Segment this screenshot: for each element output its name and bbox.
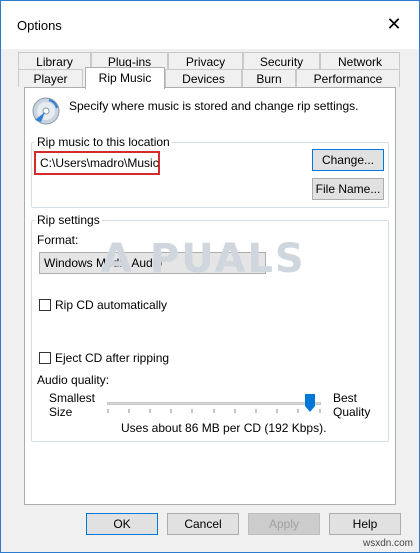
tab-rip-music[interactable]: Rip Music <box>85 67 165 89</box>
tab-security[interactable]: Security <box>243 52 320 70</box>
rip-cd-automatically-label: Rip CD automatically <box>55 298 168 312</box>
format-value: Windows Media Audio <box>44 256 163 270</box>
quality-label: Quality <box>333 405 371 419</box>
cancel-button[interactable]: Cancel <box>167 513 239 535</box>
tab-privacy[interactable]: Privacy <box>168 52 243 70</box>
cd-icon <box>32 97 60 125</box>
eject-cd-checkbox[interactable] <box>39 352 51 364</box>
rip-cd-automatically-checkbox[interactable] <box>39 299 51 311</box>
size-label: Size <box>49 405 73 419</box>
usage-text: Uses about 86 MB per CD (192 Kbps). <box>121 421 327 435</box>
ok-button[interactable]: OK <box>86 513 158 535</box>
slider-thumb[interactable] <box>305 394 316 412</box>
format-label: Format: <box>37 233 79 247</box>
help-button[interactable]: Help <box>329 513 401 535</box>
title-bar: Options ✕ <box>1 1 419 49</box>
file-name-button[interactable]: File Name... <box>312 178 384 200</box>
intro-text: Specify where music is stored and change… <box>69 99 359 113</box>
audio-quality-slider[interactable] <box>107 402 321 405</box>
rip-settings-legend: Rip settings <box>35 213 102 227</box>
site-watermark: wsxdn.com <box>362 538 413 549</box>
chevron-down-icon: ⌄ <box>248 256 259 270</box>
slider-ticks <box>107 409 321 413</box>
best-label: Best <box>333 391 358 405</box>
close-icon[interactable]: ✕ <box>383 13 405 35</box>
window-title: Options <box>17 18 62 33</box>
rip-location-legend: Rip music to this location <box>35 135 172 149</box>
options-window: Options ✕ Library Plug-ins Privacy Secur… <box>0 0 420 553</box>
rip-location-path: C:\Users\madro\Music <box>40 156 159 170</box>
format-select[interactable]: Windows Media Audio ⌄ <box>39 252 266 274</box>
eject-cd-label: Eject CD after ripping <box>55 351 170 365</box>
audio-quality-label: Audio quality: <box>37 373 110 387</box>
tab-devices[interactable]: Devices <box>165 69 242 87</box>
change-button[interactable]: Change... <box>312 149 384 171</box>
tab-network[interactable]: Network <box>320 52 400 70</box>
apply-button[interactable]: Apply <box>248 513 320 535</box>
tab-player[interactable]: Player <box>18 69 83 87</box>
smallest-label: Smallest <box>49 391 96 405</box>
rip-location-path-highlight: C:\Users\madro\Music <box>34 151 160 175</box>
tab-burn[interactable]: Burn <box>242 69 296 87</box>
tab-library[interactable]: Library <box>18 52 91 70</box>
tab-performance[interactable]: Performance <box>296 69 400 87</box>
